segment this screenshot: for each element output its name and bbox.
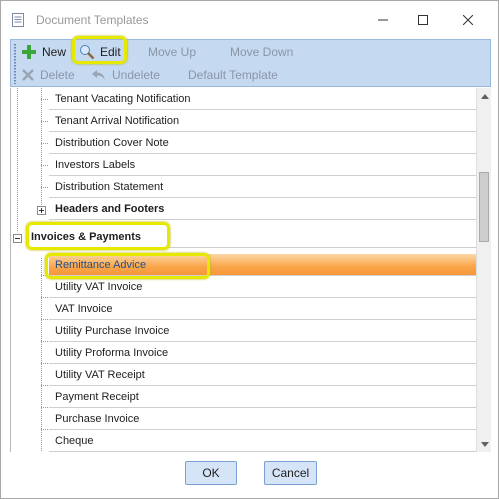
toolbar-grip[interactable]: [14, 44, 16, 84]
tree-row[interactable]: Investors Labels: [49, 154, 477, 176]
tree-branch: [41, 187, 49, 188]
delete-x-icon: [22, 69, 34, 81]
ok-label: OK: [202, 466, 220, 480]
tree-branch: [41, 385, 49, 386]
row-label: Utility Proforma Invoice: [55, 347, 169, 359]
collapse-toggle-invoices[interactable]: [13, 234, 22, 243]
new-button[interactable]: New: [21, 42, 66, 62]
tree-row[interactable]: Utility VAT Invoice: [49, 276, 477, 298]
chevron-up-icon: [480, 93, 489, 99]
tree-row[interactable]: Purchase Invoice: [49, 408, 477, 430]
tree-row[interactable]: Tenant Arrival Notification: [49, 110, 477, 132]
tree-line-root-lower: [41, 258, 42, 452]
minimize-button[interactable]: [368, 8, 398, 32]
undelete-label: Undelete: [112, 68, 161, 82]
tree-branch: [41, 319, 49, 320]
tree-row[interactable]: Tenant Vacating Notification: [49, 88, 477, 110]
tree-row[interactable]: Utility Proforma Invoice: [49, 342, 477, 364]
tree-branch: [41, 99, 49, 100]
plus-icon: [22, 45, 36, 59]
tree-row[interactable]: Cheque: [49, 430, 477, 452]
row-label: Purchase Invoice: [55, 413, 140, 425]
row-label: Investors Labels: [55, 159, 136, 171]
document-templates-window: Document Templates New Edit Move Up Move…: [0, 0, 499, 499]
default-template-label: Default Template: [188, 68, 278, 82]
tree-row[interactable]: Utility VAT Receipt: [49, 364, 477, 386]
tree-row[interactable]: Distribution Cover Note: [49, 132, 477, 154]
close-button[interactable]: [453, 8, 483, 32]
minimize-icon: [378, 19, 388, 21]
tree-row[interactable]: VAT Invoice: [49, 298, 477, 320]
move-down-button[interactable]: Move Down: [230, 42, 293, 62]
title-bar: Document Templates: [1, 1, 498, 38]
tree-row[interactable]: Payment Receipt: [49, 386, 477, 408]
tree-group-headers-and-footers[interactable]: Headers and Footers: [49, 198, 477, 220]
tree-branch: [41, 341, 49, 342]
default-template-button[interactable]: Default Template: [188, 65, 278, 85]
tree-branch: [41, 143, 49, 144]
tree-line-left: [17, 88, 18, 232]
edit-highlight-annotation: [72, 36, 127, 64]
row-label: Utility VAT Invoice: [55, 281, 143, 293]
row-label: Utility VAT Receipt: [55, 369, 145, 381]
tree-row[interactable]: Distribution Statement: [49, 176, 477, 198]
window-title: Document Templates: [36, 13, 149, 27]
tree-branch: [41, 407, 49, 408]
document-icon: [12, 13, 24, 27]
scroll-thumb[interactable]: [479, 172, 489, 242]
scroll-down-button[interactable]: [477, 436, 492, 452]
ok-button[interactable]: OK: [185, 461, 237, 485]
cancel-label: Cancel: [271, 466, 310, 480]
tree-row[interactable]: Utility Purchase Invoice: [49, 320, 477, 342]
tree-branch: [41, 297, 49, 298]
delete-button[interactable]: Delete: [21, 65, 75, 85]
cancel-button[interactable]: Cancel: [264, 461, 317, 485]
row-label: VAT Invoice: [55, 303, 113, 315]
move-up-label: Move Up: [148, 45, 197, 59]
close-icon: [463, 15, 473, 25]
row-label: Tenant Vacating Notification: [55, 93, 191, 105]
chevron-down-icon: [480, 441, 489, 447]
invoices-highlight-annotation: [26, 222, 170, 250]
dialog-button-bar: OK Cancel: [1, 453, 498, 498]
tree-branch: [41, 429, 49, 430]
undelete-button[interactable]: Undelete: [91, 65, 160, 85]
new-label: New: [42, 45, 67, 59]
tree-branch: [41, 363, 49, 364]
row-label: Utility Purchase Invoice: [55, 325, 170, 337]
row-label: Cheque: [55, 435, 94, 447]
remittance-highlight-annotation: [45, 253, 210, 279]
vertical-scrollbar[interactable]: [476, 88, 491, 452]
row-label: Distribution Cover Note: [55, 137, 169, 149]
row-label: Payment Receipt: [55, 391, 139, 403]
scroll-up-button[interactable]: [477, 88, 492, 104]
row-label: Distribution Statement: [55, 181, 164, 193]
row-label: Tenant Arrival Notification: [55, 115, 180, 127]
maximize-icon: [418, 15, 428, 25]
maximize-button[interactable]: [408, 8, 438, 32]
row-label: Headers and Footers: [55, 203, 165, 215]
tree-branch: [41, 165, 49, 166]
delete-label: Delete: [40, 68, 75, 82]
tree-line-root: [41, 88, 42, 206]
undo-arrow-icon: [92, 70, 105, 80]
expand-toggle-headers[interactable]: [37, 206, 46, 215]
tree-branch: [41, 121, 49, 122]
move-down-label: Move Down: [230, 45, 294, 59]
move-up-button[interactable]: Move Up: [148, 42, 196, 62]
